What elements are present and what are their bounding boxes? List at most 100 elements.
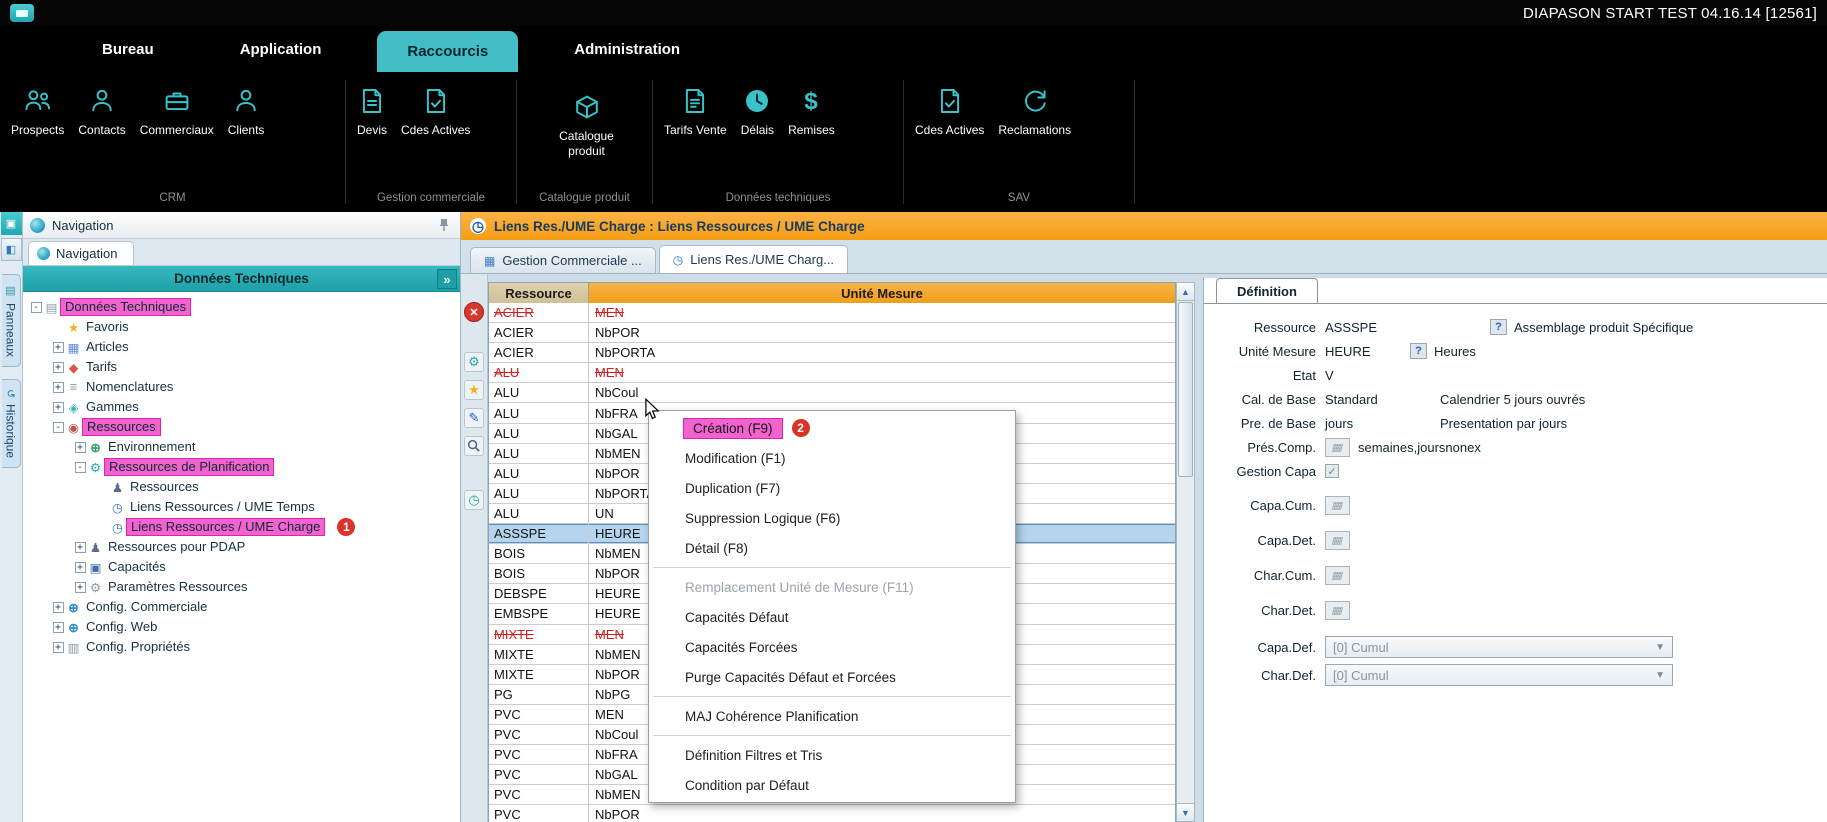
tree-expander[interactable]: + [51, 382, 65, 393]
tree-item[interactable]: Liens Ressources / UME Temps [23, 497, 460, 517]
tree-item[interactable]: - Données Techniques [23, 297, 460, 317]
context-menu-item[interactable]: Suppression Logique (F6) [649, 503, 1015, 533]
scrollbar-thumb[interactable] [1178, 302, 1193, 477]
ribbon-button[interactable]: Commerciaux [133, 78, 221, 142]
grid-tool-icon[interactable]: ▦ [1325, 566, 1350, 585]
context-menu-item[interactable]: Remplacement Unité de Mesure (F11) [649, 572, 1015, 602]
ribbon-button[interactable]: Remises [781, 78, 842, 142]
table-row[interactable]: PVC NbPOR [489, 805, 1175, 822]
clock-icon[interactable]: ◷ [464, 490, 484, 510]
scroll-down-button[interactable]: ▼ [1177, 803, 1194, 821]
tab-gestion-commerciale[interactable]: ▦ Gestion Commerciale ... [470, 247, 656, 273]
context-menu-item[interactable]: Modification (F1) [649, 443, 1015, 473]
tree-item[interactable]: - Ressources de Planification [23, 457, 460, 477]
column-header-ressource[interactable]: Ressource [489, 283, 589, 303]
table-row[interactable]: ACIER MEN [489, 303, 1175, 323]
side-tab-historique[interactable]: ↺ Historique [2, 379, 21, 468]
context-menu-item[interactable]: Capacités Défaut [649, 602, 1015, 632]
help-icon[interactable]: ? [1490, 319, 1507, 335]
field-value[interactable]: jours [1325, 416, 1440, 431]
collapse-panel-button[interactable]: » [437, 269, 457, 289]
field-value[interactable]: ASSSPE [1325, 320, 1490, 335]
tree-expander[interactable]: + [73, 582, 87, 593]
grid-tool-icon[interactable]: ▦ [1325, 496, 1350, 515]
tree-expander[interactable]: - [73, 462, 87, 473]
field-value[interactable]: HEURE [1325, 344, 1410, 359]
tree-item[interactable]: + Ressources pour PDAP [23, 537, 460, 557]
grid-tool-icon[interactable]: ▦ [1325, 601, 1350, 620]
ribbon-button[interactable]: Tarifs Vente [657, 78, 734, 142]
tree-item[interactable]: + Config. Commerciale [23, 597, 460, 617]
tab-liens-ume-charge[interactable]: ◷ Liens Res./UME Charg... [659, 245, 848, 273]
ribbon-button[interactable]: Devis [350, 78, 394, 142]
gear-icon[interactable]: ⚙ [464, 352, 484, 372]
tree-item[interactable]: + Environnement [23, 437, 460, 457]
tree-item[interactable]: + Config. Web [23, 617, 460, 637]
ribbon-button[interactable]: Clients [221, 78, 272, 142]
side-tab-panneaux[interactable]: ▤ Panneaux [2, 274, 21, 367]
tree-expander[interactable]: - [51, 422, 65, 433]
layout-toggle-icon[interactable]: ◧ [1, 238, 22, 261]
star-icon[interactable]: ★ [464, 380, 484, 400]
tree-expander[interactable]: - [29, 302, 43, 313]
context-menu-item[interactable] [649, 563, 1015, 572]
field-value[interactable]: Standard [1325, 392, 1440, 407]
context-menu-item[interactable] [649, 731, 1015, 740]
ribbon-button[interactable]: Cdes Actives [394, 78, 477, 142]
tree-item[interactable]: Favoris [23, 317, 460, 337]
grid-tool-icon[interactable]: ▦ [1325, 531, 1350, 550]
ribbon-button[interactable]: Cdes Actives [908, 78, 991, 142]
capa-def-select[interactable]: [0] Cumul ▼ [1325, 636, 1673, 658]
menu-tab[interactable]: Application [210, 26, 352, 72]
context-menu-item[interactable]: Définition Filtres et Tris [649, 740, 1015, 770]
column-header-unite-mesure[interactable]: Unité Mesure [589, 283, 1175, 303]
tree-item[interactable]: + Capacités [23, 557, 460, 577]
tree-expander[interactable]: + [51, 362, 65, 373]
ribbon-button[interactable]: Reclamations [991, 78, 1078, 142]
table-row[interactable]: ALU MEN [489, 363, 1175, 383]
tree-item[interactable]: + Config. Propriétés [23, 637, 460, 657]
tree-item[interactable]: Liens Ressources / UME Charge 1 [23, 517, 460, 537]
char-def-select[interactable]: [0] Cumul ▼ [1325, 664, 1673, 686]
tab-navigation[interactable]: Navigation [28, 241, 134, 265]
help-icon[interactable]: ? [1410, 343, 1427, 359]
tree-expander[interactable]: + [73, 562, 87, 573]
tab-definition[interactable]: Définition [1216, 278, 1318, 303]
tree-expander[interactable]: + [51, 602, 65, 613]
close-icon[interactable]: ✕ [464, 302, 484, 322]
context-menu-item[interactable]: Condition par Défaut [649, 770, 1015, 800]
tree-item[interactable]: Ressources [23, 477, 460, 497]
table-row[interactable]: ACIER NbPORTA [489, 343, 1175, 363]
tree-item[interactable]: - Ressources [23, 417, 460, 437]
tree-expander[interactable]: + [51, 622, 65, 633]
table-row[interactable]: ALU NbCoul [489, 383, 1175, 403]
context-menu-item[interactable]: MAJ Cohérence Planification [649, 701, 1015, 731]
context-menu-item[interactable]: Capacités Forcées [649, 632, 1015, 662]
tree-item[interactable]: + Articles [23, 337, 460, 357]
tree-item[interactable]: + Gammes [23, 397, 460, 417]
menu-tab[interactable]: Bureau [72, 26, 184, 72]
tree-item[interactable]: + Tarifs [23, 357, 460, 377]
ribbon-button[interactable]: Contacts [71, 78, 132, 142]
ribbon-button[interactable]: Prospects [4, 78, 71, 142]
tree-expander[interactable]: + [51, 642, 65, 653]
pin-icon[interactable] [435, 216, 453, 234]
grid-tool-icon[interactable]: ▦ [1325, 438, 1350, 457]
context-menu-item[interactable]: Purge Capacités Défaut et Forcées [649, 662, 1015, 692]
tree-expander[interactable]: + [51, 342, 65, 353]
context-menu-item[interactable] [649, 692, 1015, 701]
menu-tab[interactable]: Administration [544, 26, 710, 72]
edit-icon[interactable]: ✎ [464, 408, 484, 428]
table-row[interactable]: ACIER NbPOR [489, 323, 1175, 343]
context-menu-item[interactable]: Détail (F8) [649, 533, 1015, 563]
ribbon-button[interactable]: Catalogue produit [552, 78, 621, 163]
gestion-capa-checkbox[interactable]: ✓ [1325, 464, 1339, 478]
context-menu-item[interactable]: Création (F9) 2 [649, 413, 1015, 443]
tree-item[interactable]: + Paramètres Ressources [23, 577, 460, 597]
ribbon-button[interactable]: Délais [734, 78, 781, 142]
tree-expander[interactable]: + [73, 442, 87, 453]
context-menu-item[interactable]: Duplication (F7) [649, 473, 1015, 503]
tree-item[interactable]: + Nomenclatures [23, 377, 460, 397]
tree-expander[interactable]: + [73, 542, 87, 553]
scroll-up-button[interactable]: ▲ [1177, 283, 1194, 301]
